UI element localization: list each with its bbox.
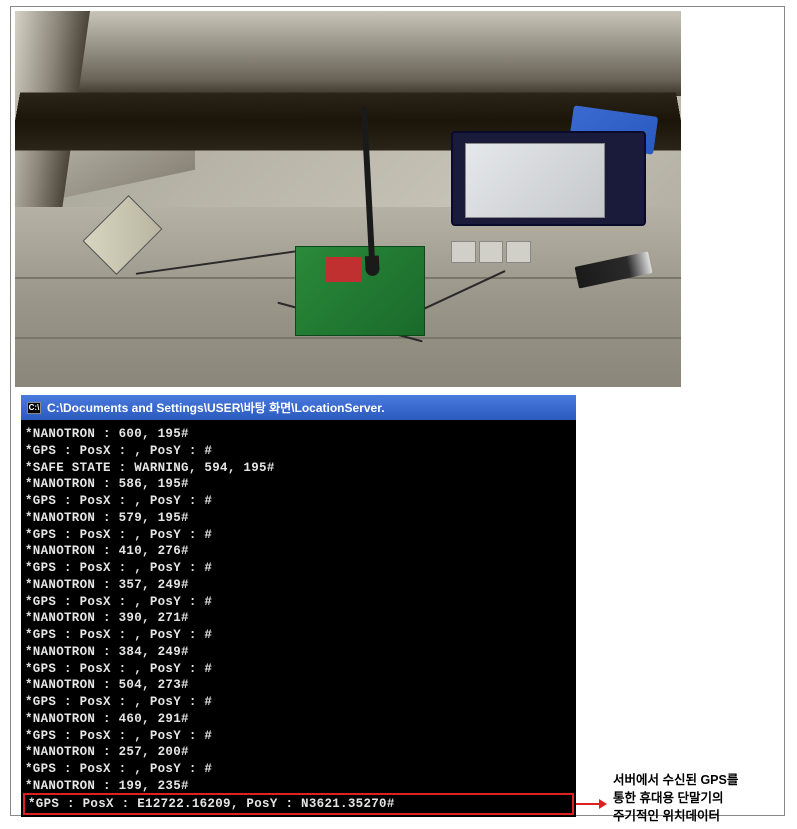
console-window: C:\ C:\Documents and Settings\USER\바탕 화면… — [21, 395, 576, 817]
window-frame-top — [15, 11, 681, 96]
cmd-prompt-icon: C:\ — [27, 402, 41, 414]
console-output: *NANOTRON : 600, 195#*GPS : PosX : , Pos… — [25, 426, 572, 795]
console-line: *GPS : PosX : , PosY : # — [25, 493, 572, 510]
console-line: *NANOTRON : 579, 195# — [25, 510, 572, 527]
console-wrapper: C:\ C:\Documents and Settings\USER\바탕 화면… — [21, 395, 576, 817]
console-line: *NANOTRON : 357, 249# — [25, 577, 572, 594]
console-line: *GPS : PosX : , PosY : # — [25, 594, 572, 611]
serial-connectors — [451, 241, 531, 281]
lcd-screen — [465, 143, 605, 218]
hardware-photo — [15, 11, 681, 387]
console-line: *NANOTRON : 384, 249# — [25, 644, 572, 661]
console-line: *GPS : PosX : , PosY : # — [25, 627, 572, 644]
console-line: *GPS : PosX : , PosY : # — [25, 560, 572, 577]
annotation-line-2: 통한 휴대용 단말기의 — [613, 789, 788, 807]
lcd-device — [451, 131, 646, 226]
console-titlebar: C:\ C:\Documents and Settings\USER\바탕 화면… — [21, 395, 576, 420]
korean-annotation: 서버에서 수신된 GPS를 통한 휴대용 단말기의 주기적인 위치데이터 — [613, 771, 788, 825]
console-body: *NANOTRON : 600, 195#*GPS : PosX : , Pos… — [21, 420, 576, 817]
console-title-text: C:\Documents and Settings\USER\바탕 화면\Loc… — [47, 399, 385, 416]
console-line: *GPS : PosX : , PosY : # — [25, 443, 572, 460]
console-line: *NANOTRON : 410, 276# — [25, 543, 572, 560]
wireless-module-board — [295, 246, 425, 336]
console-line: *NANOTRON : 460, 291# — [25, 711, 572, 728]
console-line: *GPS : PosX : , PosY : # — [25, 527, 572, 544]
gps-position-line: *GPS : PosX : E12722.16209, PosY : N3621… — [28, 796, 569, 813]
annotation-line-1: 서버에서 수신된 GPS를 — [613, 771, 788, 789]
photo-background — [15, 11, 681, 387]
console-line: *NANOTRON : 586, 195# — [25, 476, 572, 493]
console-line: *GPS : PosX : , PosY : # — [25, 694, 572, 711]
highlighted-output-line: *GPS : PosX : E12722.16209, PosY : N3621… — [23, 793, 574, 816]
annotation-arrow-head-icon — [599, 799, 607, 809]
console-line: *NANOTRON : 600, 195# — [25, 426, 572, 443]
console-line: *GPS : PosX : , PosY : # — [25, 728, 572, 745]
console-line: *NANOTRON : 257, 200# — [25, 744, 572, 761]
figure-container: C:\ C:\Documents and Settings\USER\바탕 화면… — [10, 6, 785, 816]
console-line: *SAFE STATE : WARNING, 594, 195# — [25, 460, 572, 477]
console-line: *GPS : PosX : , PosY : # — [25, 761, 572, 778]
console-line: *NANOTRON : 390, 271# — [25, 610, 572, 627]
console-line: *NANOTRON : 504, 273# — [25, 677, 572, 694]
console-line: *GPS : PosX : , PosY : # — [25, 661, 572, 678]
annotation-arrow-line — [576, 803, 600, 805]
